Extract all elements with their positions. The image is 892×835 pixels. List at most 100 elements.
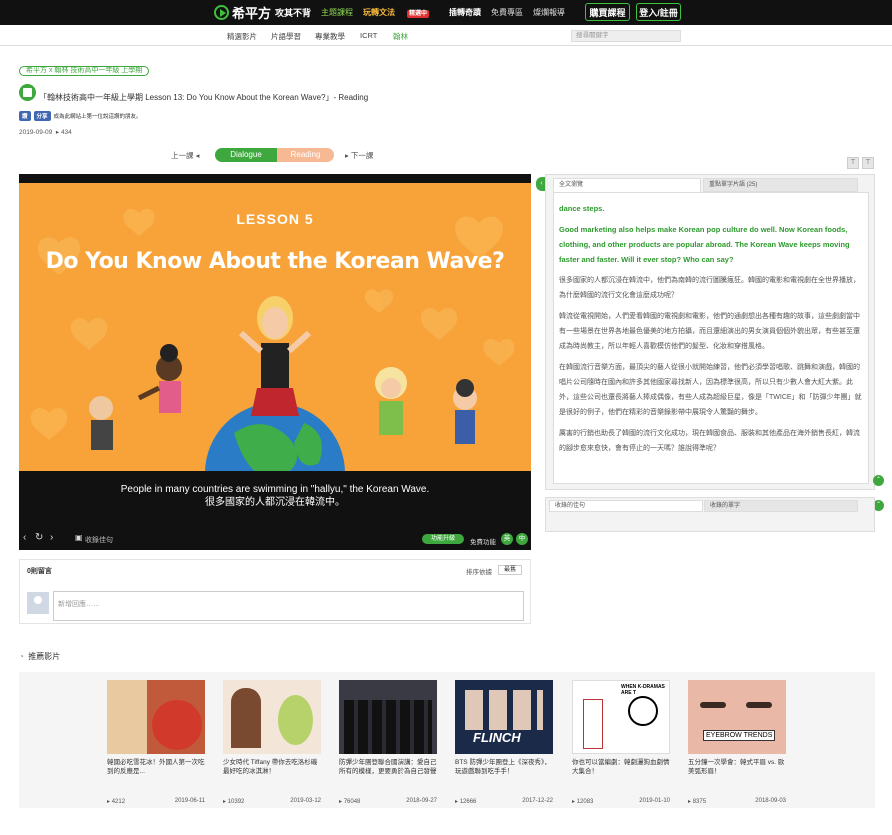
mark-sentence-label[interactable]: 收錄佳句 xyxy=(85,535,113,545)
video-card-meta: ▸ 4212 2019-06-11 xyxy=(107,798,205,805)
video-card-title[interactable]: BTS 防彈少年團登上《深夜秀》，玩遊戲聯到吃手手！ xyxy=(455,758,553,786)
english-toggle[interactable]: 英 xyxy=(501,533,513,545)
next-lesson-link[interactable]: ▸ 下一課 xyxy=(345,150,373,161)
thumbnail-text-kdrama: WHEN K-DRAMAS ARE T xyxy=(621,684,665,696)
video-thumbnail[interactable] xyxy=(339,680,437,754)
tab-full-text[interactable]: 全文瀏覽 xyxy=(553,178,701,192)
card-views-value: 12083 xyxy=(576,799,594,805)
video-card-title[interactable]: 少女時代 Tiffany 帶你去吃洛杉磯最好吃的冰淇淋！ xyxy=(223,758,321,786)
card-views-value: 12666 xyxy=(459,799,477,805)
sort-select[interactable]: 最舊 xyxy=(498,565,522,575)
play-logo-icon xyxy=(214,5,229,20)
thumbnail-text-eyebrow: EYEBROW TRENDS xyxy=(703,730,776,741)
transcript-panel: 全文瀏覽 重點單字片語 (25) dance steps. Good market… xyxy=(545,174,875,490)
bookmark-icon[interactable]: ▣ xyxy=(75,533,83,542)
video-thumbnail[interactable]: EYEBROW TRENDS xyxy=(688,680,786,754)
character-left xyxy=(137,344,182,413)
tab-saved-sentences[interactable]: 收錄的佳句 xyxy=(549,500,703,512)
scroll-up-icon[interactable]: ⌃ xyxy=(873,475,884,486)
video-thumbnail[interactable]: WHEN K-DRAMAS ARE T xyxy=(572,680,670,754)
character-farright xyxy=(453,379,477,444)
upgrade-button[interactable]: 功能升級 xyxy=(422,534,464,544)
transcript-english-paragraph: Good marketing also helps make Korean po… xyxy=(559,225,850,264)
video-card-meta: ▸ 12666 2017-12-22 xyxy=(455,798,553,805)
video-card[interactable]: 少女時代 Tiffany 帶你去吃洛杉磯最好吃的冰淇淋！ ▸ 10392 2019… xyxy=(223,680,321,805)
video-card-meta: ▸ 76048 2018-09-27 xyxy=(339,798,437,805)
video-card[interactable]: 韓國必吃雪花冰！外國人第一次吃到的反應是... ▸ 4212 2019-06-11 xyxy=(107,680,205,805)
social-text: 成為此網站上第一位說這讚的朋友。 xyxy=(53,114,142,120)
prev-lesson-link[interactable]: 上一課 ◂ xyxy=(171,150,199,161)
course-icon xyxy=(19,84,36,101)
video-card[interactable]: FLINCH BTS 防彈少年團登上《深夜秀》，玩遊戲聯到吃手手！ ▸ 1266… xyxy=(455,680,553,805)
sub-nav: 精選影片 片語學習 專業教學 ICRT 翰林 搜尋關鍵字 xyxy=(0,25,892,46)
breadcrumb[interactable]: 希平方 x 翰林 技術高中一年級 上學期 xyxy=(19,66,150,76)
video-card-title[interactable]: 五分鐘一次學會：韓式平眉 vs. 歐美弧形眉！ xyxy=(688,758,786,786)
video-card[interactable]: 防彈少年團登聯合國演講：愛自己所有的模樣，更要勇於為自己發聲 ▸ 76048 20… xyxy=(339,680,437,805)
site-logo[interactable]: 希平方 xyxy=(214,3,271,22)
transcript-chinese-paragraph: 厲害的行銷也助長了韓國的流行文化成功，現在韓國食品、服裝和其他產品在海外銷售長紅… xyxy=(559,430,860,452)
like-button[interactable]: 讚 xyxy=(19,111,31,121)
video-card-title[interactable]: 韓國必吃雪花冰！外國人第一次吃到的反應是... xyxy=(107,758,205,786)
nav-grammar[interactable]: 玩轉文法 精選中 xyxy=(363,7,439,18)
nav-news[interactable]: 燦爛報導 xyxy=(533,7,565,18)
video-player[interactable]: LESSON 5 Do You Know About the Korean Wa… xyxy=(19,174,531,550)
subnav-phrases[interactable]: 片語學習 xyxy=(271,31,301,42)
chinese-toggle[interactable]: 中 xyxy=(516,533,528,545)
prev-label: 上一課 xyxy=(171,151,194,160)
lesson-pager: 上一課 ◂ Dialogue Reading ▸ 下一課 xyxy=(0,148,892,162)
buy-course-button[interactable]: 購買課程 xyxy=(585,3,630,21)
sort-label: 排序依據 xyxy=(466,569,492,576)
login-button[interactable]: 登入/註冊 xyxy=(636,3,681,21)
card-views: ▸ 8375 xyxy=(688,799,707,805)
video-card[interactable]: WHEN K-DRAMAS ARE T 你也可以當編劇：韓劇灑狗血劇情大集合！ … xyxy=(572,680,670,805)
video-headline: Do You Know About the Korean Wave? xyxy=(45,249,505,274)
video-thumbnail[interactable]: FLINCH xyxy=(455,680,553,754)
social-bar: 讚 分享 成為此網站上第一位說這讚的朋友。 xyxy=(19,111,142,121)
nav-special[interactable]: 插轉奇蹟 xyxy=(449,7,481,18)
nav-free[interactable]: 免費專區 xyxy=(491,7,523,18)
nav-theme-courses[interactable]: 主題課程 xyxy=(321,7,353,18)
video-card-title[interactable]: 你也可以當編劇：韓劇灑狗血劇情大集合！ xyxy=(572,758,670,786)
video-thumbnail[interactable] xyxy=(223,680,321,754)
font-size-small-icon[interactable]: T xyxy=(862,157,874,169)
card-views: ▸ 10392 xyxy=(223,799,245,805)
search-input[interactable]: 搜尋關鍵字 xyxy=(571,30,681,42)
next-sentence-icon[interactable]: › xyxy=(50,532,53,543)
nav-brand[interactable]: 攻其不背 xyxy=(275,6,311,19)
video-card-title[interactable]: 防彈少年團登聯合國演講：愛自己所有的模樣，更要勇於為自己發聲 xyxy=(339,758,437,786)
comments-section: 0則留言 排序依據 最舊 新增回應…… xyxy=(19,559,531,624)
transcript-chinese-paragraph: 在韓國流行音樂方面，最頂尖的藝人從很小就開始練習，他們必須學習唱歌、跳舞和演戲，… xyxy=(559,364,862,416)
subnav-featured[interactable]: 精選影片 xyxy=(227,31,257,42)
subtitle-en: People in many countries are swimming in… xyxy=(120,484,430,495)
view-count: 434 xyxy=(60,129,72,136)
tab-vocabulary[interactable]: 重點單字片語 (25) xyxy=(703,178,858,192)
font-size-icon[interactable]: T xyxy=(847,157,859,169)
card-views-value: 10392 xyxy=(227,799,245,805)
subnav-icrt[interactable]: ICRT xyxy=(360,31,377,40)
card-date: 2019-06-11 xyxy=(174,798,205,804)
tab-saved-words[interactable]: 收錄的單字 xyxy=(704,500,858,512)
transcript-body: dance steps. Good marketing also helps ma… xyxy=(553,192,869,484)
nav-grammar-badge: 精選中 xyxy=(407,10,430,18)
tab-dialogue[interactable]: Dialogue xyxy=(215,148,277,162)
video-thumbnail[interactable] xyxy=(107,680,205,754)
page-title: 「翰林技術高中一年級上學期 Lesson 13: Do You Know Abo… xyxy=(39,93,369,102)
subnav-professional[interactable]: 專業教學 xyxy=(315,31,345,42)
recommended-videos: 韓國必吃雪花冰！外國人第一次吃到的反應是... ▸ 4212 2019-06-11… xyxy=(19,672,875,808)
subnav-hanlin[interactable]: 翰林 xyxy=(393,31,408,42)
card-views-value: 76048 xyxy=(343,799,361,805)
free-features-link[interactable]: 免費功能 xyxy=(470,536,496,546)
tab-reading[interactable]: Reading xyxy=(277,148,334,162)
nav-grammar-label: 玩轉文法 xyxy=(363,8,396,17)
previous-sentence-icon[interactable]: ‹ xyxy=(23,532,26,543)
text-tools: T T xyxy=(847,157,874,169)
video-card-meta: ▸ 12083 2019-01-10 xyxy=(572,798,670,805)
replay-icon[interactable]: ↻ xyxy=(35,532,43,543)
transcript-chinese-paragraph: 很多國家的人都沉浸在韓流中，他們為南韓的流行圖騰瘋狂。韓國的電影和電視劇在全世界… xyxy=(559,277,860,299)
main-content: 希平方 x 翰林 技術高中一年級 上學期 「翰林技術高中一年級上學期 Lesso… xyxy=(0,46,892,835)
card-views: ▸ 12666 xyxy=(455,799,477,805)
video-card[interactable]: EYEBROW TRENDS 五分鐘一次學會：韓式平眉 vs. 歐美弧形眉！ ▸… xyxy=(688,680,786,805)
comment-input[interactable]: 新增回應…… xyxy=(53,591,524,621)
card-views-value: 4212 xyxy=(111,799,126,805)
share-button[interactable]: 分享 xyxy=(33,111,51,121)
